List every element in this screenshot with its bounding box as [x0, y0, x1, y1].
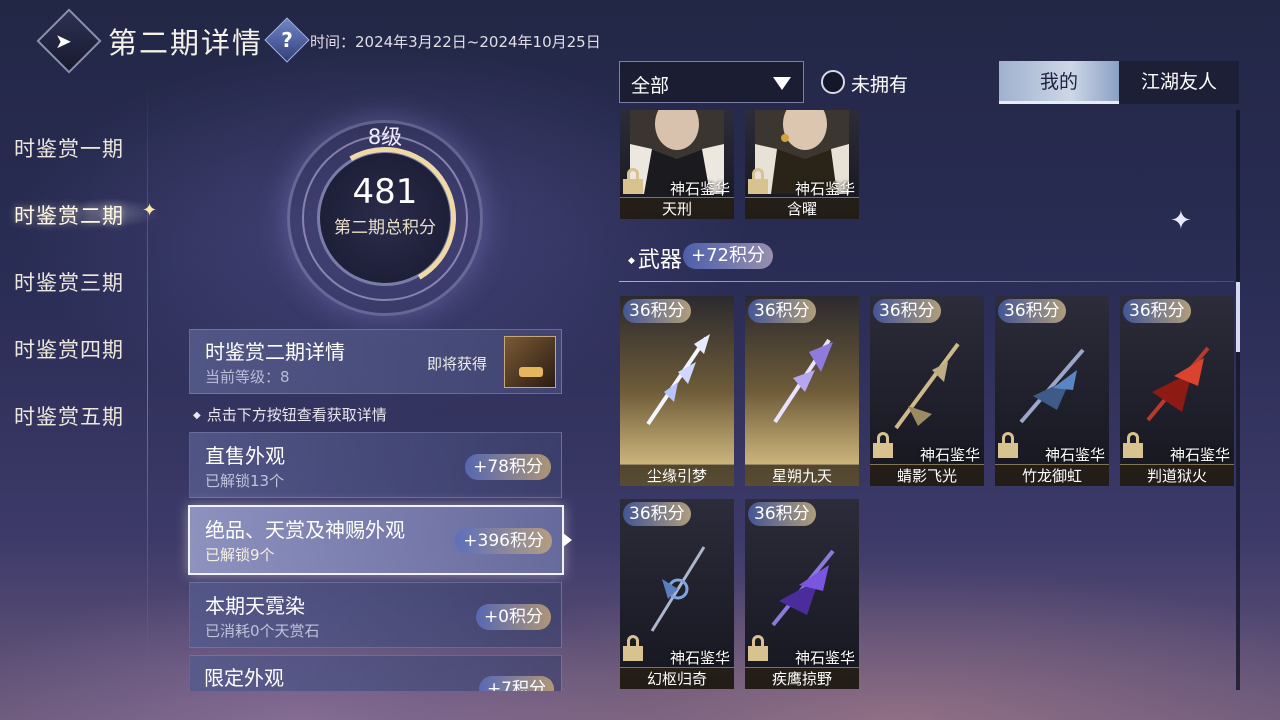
weapon-card[interactable]: 36积分 神石鉴华 疾鹰掠野 — [745, 499, 859, 689]
lock-icon — [998, 432, 1018, 458]
category-points-badge: +78积分 — [465, 454, 551, 480]
category-points-badge: +7积分 — [478, 676, 554, 691]
nav-item-period-2[interactable]: 时鉴赏二期 — [14, 200, 124, 230]
page-title: 第二期详情 — [108, 26, 264, 60]
card-points-badge: 36积分 — [748, 299, 816, 323]
current-level: 当前等级：8 — [205, 368, 290, 386]
event-period: 时间：2024年3月22日~2024年10月25日 — [310, 33, 601, 51]
card-points-badge: 36积分 — [623, 502, 691, 526]
card-points-badge: 36积分 — [998, 299, 1066, 323]
category-limited[interactable]: 限定外观 +7积分 — [189, 655, 562, 691]
back-arrow-icon: ➤ — [55, 29, 72, 53]
section-title-weapons: 武器 — [628, 242, 682, 274]
nav-item-period-4[interactable]: 时鉴赏四期 — [14, 334, 124, 364]
weapon-card[interactable]: 36积分 尘缘引梦 — [620, 296, 734, 486]
category-title: 限定外观 — [204, 666, 284, 690]
weapon-card[interactable]: 36积分 神石鉴华 蜻影飞光 — [870, 296, 984, 486]
back-button[interactable]: ➤ — [36, 8, 102, 74]
help-button[interactable]: ? — [264, 17, 310, 63]
lock-icon — [623, 168, 643, 194]
total-score-label: 第二期总积分 — [334, 218, 436, 238]
category-title: 直售外观 — [205, 444, 285, 468]
coming-reward-label: 即将获得 — [427, 355, 488, 373]
lock-icon — [623, 635, 643, 661]
tab-mine[interactable]: 我的 — [999, 61, 1119, 104]
category-premium[interactable]: 绝品、天赏及神赐外观 已解锁9个 +396积分 — [188, 505, 564, 575]
weapon-fire-blade-icon — [1146, 346, 1210, 422]
category-direct-sale[interactable]: 直售外观 已解锁13个 +78积分 — [189, 432, 562, 498]
category-selected-arrow-icon — [563, 533, 572, 547]
sparkle-icon: ✦ — [1170, 206, 1192, 236]
nav-item-period-3[interactable]: 时鉴赏三期 — [14, 267, 124, 297]
lock-icon — [748, 635, 768, 661]
scrollbar-track[interactable] — [1236, 110, 1240, 690]
lock-icon — [748, 168, 768, 194]
weapon-sword-icon — [894, 342, 960, 430]
card-source-label: 神石鉴华 — [669, 649, 730, 667]
weapon-card[interactable]: 36积分 星朔九天 — [745, 296, 859, 486]
filter-dropdown[interactable]: 全部 — [619, 61, 804, 103]
treasure-chest-icon — [519, 367, 543, 377]
filter-dropdown-value: 全部 — [631, 75, 670, 97]
weapon-blade-icon — [1019, 348, 1085, 424]
weapon-card[interactable]: 36积分 神石鉴华 判道狱火 — [1120, 296, 1234, 486]
card-points-badge: 36积分 — [1123, 299, 1191, 323]
card-source-label: 神石鉴华 — [794, 180, 855, 198]
card-source-label: 神石鉴华 — [1169, 446, 1230, 464]
card-name: 判道狱火 — [1120, 464, 1234, 486]
category-subtitle: 已解锁9个 — [205, 546, 275, 564]
card-name: 幻枢归奇 — [620, 667, 734, 689]
scrollbar-thumb[interactable] — [1236, 282, 1240, 352]
level-label: 8级 — [367, 125, 403, 149]
weapon-halberd-icon — [773, 338, 833, 424]
costume-card[interactable]: 神石鉴华 天刑 — [620, 110, 734, 219]
unowned-radio[interactable] — [821, 70, 845, 94]
card-source-label: 神石鉴华 — [1044, 446, 1105, 464]
card-points-badge: 36积分 — [623, 299, 691, 323]
hint-text: 点击下方按钮查看获取详情 — [193, 404, 387, 425]
nav-item-period-5[interactable]: 时鉴赏五期 — [14, 401, 124, 431]
weapon-polearm-icon — [646, 334, 710, 426]
category-title: 本期天霓染 — [205, 594, 305, 618]
chevron-down-icon — [773, 77, 791, 90]
category-points-badge: +396积分 — [455, 528, 552, 554]
card-points-badge: 36积分 — [748, 502, 816, 526]
weapon-card[interactable]: 36积分 神石鉴华 幻枢归奇 — [620, 499, 734, 689]
card-name: 疾鹰掠野 — [745, 667, 859, 689]
nav-item-period-1[interactable]: 时鉴赏一期 — [14, 133, 124, 163]
period-detail-title: 时鉴赏二期详情 — [205, 340, 345, 364]
section-divider — [619, 281, 1234, 282]
card-source-label: 神石鉴华 — [919, 446, 980, 464]
unowned-label: 未拥有 — [851, 74, 909, 96]
card-name: 含曜 — [745, 197, 859, 219]
category-subtitle: 已解锁13个 — [205, 472, 285, 490]
coming-reward-thumbnail[interactable] — [504, 336, 556, 388]
weapon-violet-blade-icon — [771, 549, 835, 627]
card-name: 竹龙御虹 — [995, 464, 1109, 486]
card-points-badge: 36积分 — [873, 299, 941, 323]
card-name: 天刑 — [620, 197, 734, 219]
question-icon: ? — [281, 28, 293, 52]
card-source-label: 神石鉴华 — [669, 180, 730, 198]
card-name: 蜻影飞光 — [870, 464, 984, 486]
category-points-badge: +0积分 — [475, 604, 551, 630]
lock-icon — [873, 432, 893, 458]
weapon-card[interactable]: 36积分 神石鉴华 竹龙御虹 — [995, 296, 1109, 486]
card-source-label: 神石鉴华 — [794, 649, 855, 667]
category-title: 绝品、天赏及神赐外观 — [205, 518, 405, 542]
category-subtitle: 已消耗0个天赏石 — [205, 622, 320, 640]
category-dye[interactable]: 本期天霓染 已消耗0个天赏石 +0积分 — [189, 582, 562, 648]
costume-card[interactable]: 神石鉴华 含曜 — [745, 110, 859, 219]
tab-friends[interactable]: 江湖友人 — [1119, 61, 1239, 104]
lock-icon — [1123, 432, 1143, 458]
category-list-clip: 限定外观 +7积分 — [189, 655, 564, 691]
total-score-value: 481 — [352, 172, 418, 212]
card-name: 星朔九天 — [745, 464, 859, 486]
card-name: 尘缘引梦 — [620, 464, 734, 486]
nav-divider — [147, 80, 148, 670]
nav-active-marker-icon: ✦ — [142, 200, 158, 221]
weapon-staff-icon — [650, 546, 706, 632]
section-points-badge: +72积分 — [683, 243, 773, 269]
